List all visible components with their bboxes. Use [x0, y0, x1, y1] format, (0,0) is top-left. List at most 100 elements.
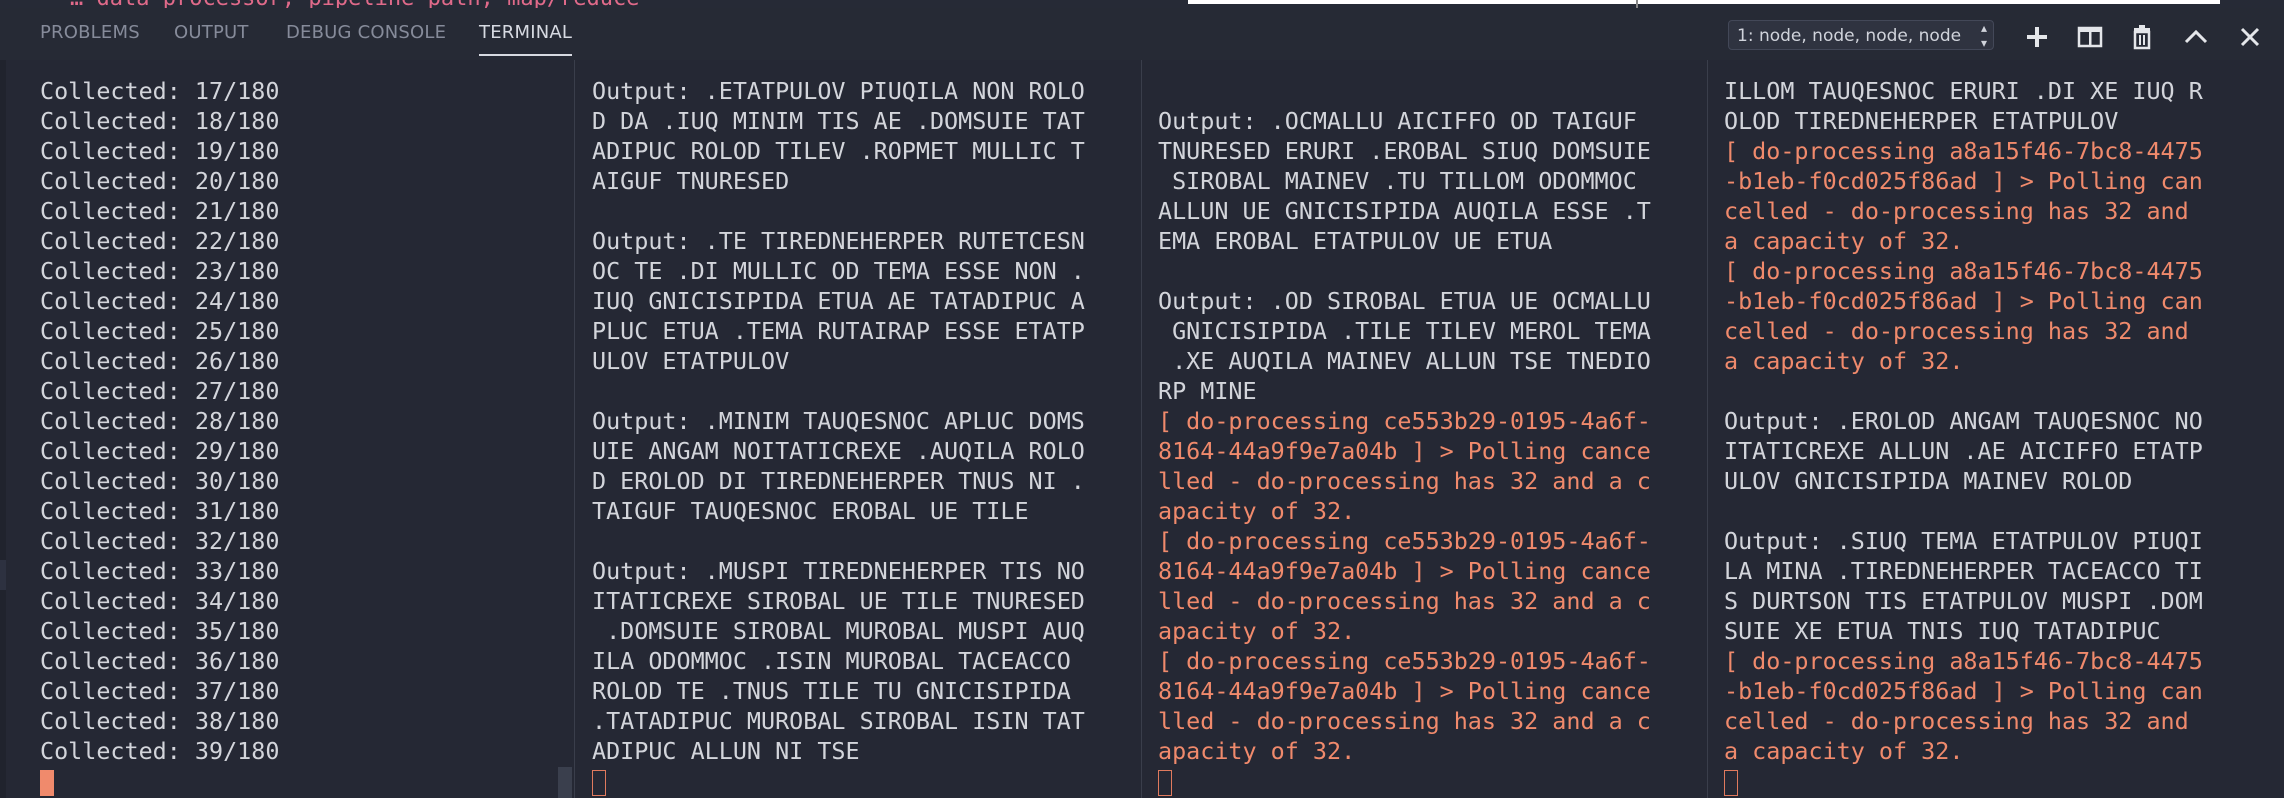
- tab-output[interactable]: OUTPUT: [174, 8, 249, 60]
- terminal-line: .TATADIPUC MUROBAL SIROBAL ISIN TAT: [592, 707, 1085, 735]
- kill-terminal-button[interactable]: [2125, 20, 2159, 54]
- terminal-line: TNURESED ERURI .EROBAL SIUQ DOMSUIE: [1158, 137, 1651, 165]
- terminal-select[interactable]: 1: node, node, node, node ▴ ▾: [1728, 20, 1994, 50]
- terminal-prompt-line: [40, 766, 550, 796]
- terminal-line: Collected: 31/180: [40, 497, 280, 525]
- terminal-error-line: apacity of 32.: [1158, 617, 1356, 645]
- pane-divider[interactable]: [574, 60, 575, 798]
- terminal-line: Collected: 32/180: [40, 527, 280, 555]
- terminal-line: ITATICREXE SIROBAL UE TILE TNURESED: [592, 587, 1085, 615]
- terminal-line: Collected: 39/180: [40, 737, 280, 765]
- terminal-error-line: lled - do-processing has 32 and a c: [1158, 707, 1651, 735]
- tab-problems[interactable]: PROBLEMS: [40, 8, 140, 60]
- terminal-line: D EROLOD DI TIREDNEHERPER TNUS NI .: [592, 467, 1085, 495]
- terminal-error-line: 8164-44a9f9e7a04b ] > Polling cance: [1158, 437, 1651, 465]
- terminal-pane-1[interactable]: Collected: 17/180 Collected: 18/180 Coll…: [40, 60, 550, 798]
- terminal-error-line: lled - do-processing has 32 and a c: [1158, 467, 1651, 495]
- tab-terminal[interactable]: TERMINAL: [479, 8, 573, 60]
- terminal-line: SIROBAL MAINEV .TU TILLOM ODOMMOC: [1158, 167, 1637, 195]
- terminal-line: Collected: 35/180: [40, 617, 280, 645]
- trash-icon: [2133, 25, 2151, 50]
- terminal-cursor: [1724, 769, 1738, 796]
- terminal-error-line: -b1eb-f0cd025f86ad ] > Polling can: [1724, 677, 2203, 705]
- terminal-line: TAIGUF TAUQESNOC EROBAL UE TILE: [592, 497, 1029, 525]
- terminal-line: Output: .SIUQ TEMA ETATPULOV PIUQI: [1724, 527, 2203, 555]
- terminal-line: UIE ANGAM NOITATICREXE .AUQILA ROLO: [592, 437, 1085, 465]
- terminal-error-line: [ do-processing ce553b29-0195-4a6f-: [1158, 527, 1651, 555]
- terminal-line: RP MINE: [1158, 377, 1257, 405]
- split-terminal-button[interactable]: [2073, 20, 2107, 54]
- pane-divider[interactable]: [1707, 60, 1708, 798]
- terminal-error-line: apacity of 32.: [1158, 737, 1356, 765]
- terminal-line: EMA EROBAL ETATPULOV UE ETUA: [1158, 227, 1553, 255]
- terminal-line: D DA .IUQ MINIM TIS AE .DOMSUIE TAT: [592, 107, 1085, 135]
- terminal-error-line: celled - do-processing has 32 and: [1724, 197, 2189, 225]
- terminal-line: ILLOM TAUQESNOC ERURI .DI XE IUQ R: [1724, 77, 2203, 105]
- terminal-cursor: [40, 769, 54, 796]
- terminal-error-line: lled - do-processing has 32 and a c: [1158, 587, 1651, 615]
- terminal-cursor: [592, 769, 606, 796]
- terminal-line: PLUC ETUA .TEMA RUTAIRAP ESSE ETATP: [592, 317, 1085, 345]
- terminal-line: Collected: 17/180: [40, 77, 280, 105]
- terminal-line: LA MINA .TIREDNEHERPER TACEACCO TI: [1724, 557, 2203, 585]
- terminal-error-line: [ do-processing a8a15f46-7bc8-4475: [1724, 137, 2203, 165]
- terminal-cursor: [1158, 769, 1172, 796]
- scrollbar-thumb[interactable]: [558, 767, 572, 798]
- plus-icon: [2027, 27, 2047, 47]
- terminal-error-line: -b1eb-f0cd025f86ad ] > Polling can: [1724, 167, 2203, 195]
- terminal-line: Collected: 37/180: [40, 677, 280, 705]
- close-panel-button[interactable]: [2233, 20, 2267, 54]
- maximize-panel-button[interactable]: [2179, 20, 2213, 54]
- editor-strip: … data_processor, pipeline_path, map/red…: [0, 0, 2284, 8]
- terminal-line: ALLUN UE GNICISIPIDA AUQILA ESSE .T: [1158, 197, 1651, 225]
- terminal-line: SUIE XE ETUA TNIS IUQ TATADIPUC: [1724, 617, 2161, 645]
- terminal-pane-3[interactable]: Output: .OCMALLU AICIFFO OD TAIGUF TNURE…: [1158, 60, 1698, 798]
- terminal-line: Output: .MINIM TAUQESNOC APLUC DOMS: [592, 407, 1085, 435]
- pane-divider[interactable]: [1141, 60, 1142, 798]
- tab-debug-console[interactable]: DEBUG CONSOLE: [286, 8, 446, 60]
- terminal-error-line: celled - do-processing has 32 and: [1724, 707, 2189, 735]
- terminal-line: Collected: 24/180: [40, 287, 280, 315]
- terminal-line: Collected: 30/180: [40, 467, 280, 495]
- terminal-line: Collected: 19/180: [40, 137, 280, 165]
- terminal-line: Collected: 33/180: [40, 557, 280, 585]
- terminal-line: Output: .EROLOD ANGAM TAUQESNOC NO: [1724, 407, 2203, 435]
- terminal-error-line: a capacity of 32.: [1724, 227, 1964, 255]
- terminal-error-line: 8164-44a9f9e7a04b ] > Polling cance: [1158, 557, 1651, 585]
- terminal-line: Collected: 23/180: [40, 257, 280, 285]
- new-terminal-button[interactable]: [2020, 20, 2054, 54]
- terminal-line: .DOMSUIE SIROBAL MUROBAL MUSPI AUQ: [592, 617, 1085, 645]
- terminal-error-line: [ do-processing ce553b29-0195-4a6f-: [1158, 647, 1651, 675]
- terminal-line: Collected: 29/180: [40, 437, 280, 465]
- terminal-prompt-line: [1724, 766, 2264, 796]
- terminal-line: ILA ODOMMOC .ISIN MUROBAL TACEACCO: [592, 647, 1071, 675]
- terminal-line: ULOV ETATPULOV: [592, 347, 790, 375]
- terminal-error-line: -b1eb-f0cd025f86ad ] > Polling can: [1724, 287, 2203, 315]
- terminal-line: Collected: 36/180: [40, 647, 280, 675]
- terminal-pane-2[interactable]: Output: .ETATPULOV PIUQILA NON ROLO D DA…: [592, 60, 1132, 798]
- terminal-line: Output: .OCMALLU AICIFFO OD TAIGUF: [1158, 107, 1637, 135]
- terminal-line: ADIPUC ROLOD TILEV .ROPMET MULLIC T: [592, 137, 1085, 165]
- terminal-line: Collected: 28/180: [40, 407, 280, 435]
- terminal-line: Output: .OD SIROBAL ETUA UE OCMALLU: [1158, 287, 1651, 315]
- terminal-line: IUQ GNICISIPIDA ETUA AE TATADIPUC A: [592, 287, 1085, 315]
- terminal-line: Collected: 22/180: [40, 227, 280, 255]
- panel-header: PROBLEMS OUTPUT DEBUG CONSOLE TERMINAL 1…: [0, 8, 2284, 60]
- terminal-line: S DURTSON TIS ETATPULOV MUSPI .DOM: [1724, 587, 2203, 615]
- terminal-line: GNICISIPIDA .TILE TILEV MEROL TEMA: [1158, 317, 1651, 345]
- terminal-pane-4[interactable]: ILLOM TAUQESNOC ERURI .DI XE IUQ R OLOD …: [1724, 60, 2264, 798]
- terminal-line: ROLOD TE .TNUS TILE TU GNICISIPIDA: [592, 677, 1071, 705]
- terminal-error-line: [ do-processing a8a15f46-7bc8-4475: [1724, 257, 2203, 285]
- split-icon: [2077, 26, 2103, 48]
- editor-minimap: [1188, 0, 2220, 4]
- terminal-error-line: a capacity of 32.: [1724, 347, 1964, 375]
- terminal-line: Collected: 20/180: [40, 167, 280, 195]
- editor-minimap-divider: [1636, 0, 1638, 8]
- terminal-line: Collected: 38/180: [40, 707, 280, 735]
- terminal-line: Collected: 34/180: [40, 587, 280, 615]
